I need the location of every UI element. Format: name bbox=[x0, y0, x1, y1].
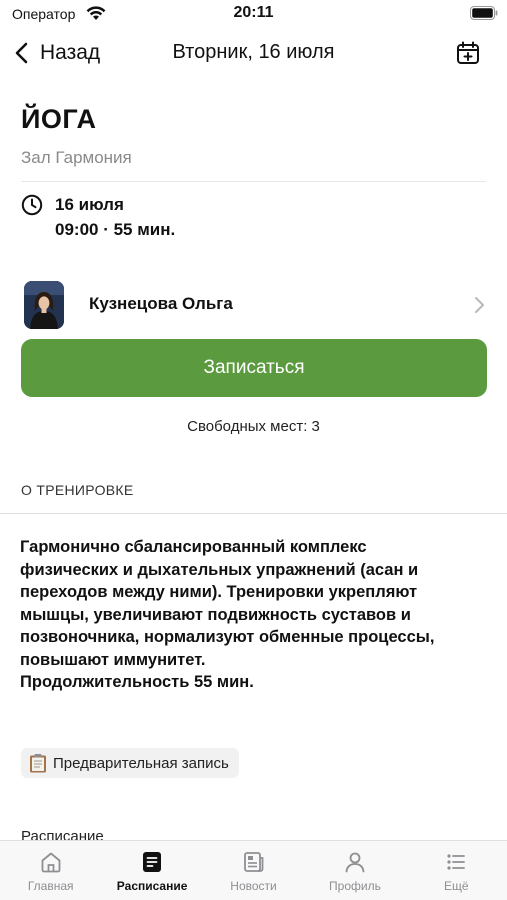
description-line: мышцы, увеличивают подвижность суставов … bbox=[20, 605, 411, 624]
clock-time: 20:11 bbox=[233, 4, 274, 21]
chevron-right-icon bbox=[475, 297, 484, 313]
news-icon bbox=[243, 852, 263, 872]
tab-label: Профиль bbox=[329, 879, 381, 893]
description-line: позвоночника, нормализуют обменные проце… bbox=[20, 628, 435, 646]
description-line: Гармонично сбалансированный комплекс bbox=[20, 538, 367, 556]
tab-more[interactable]: Ещё bbox=[406, 841, 507, 900]
divider bbox=[0, 513, 507, 514]
profile-icon bbox=[345, 852, 365, 873]
tab-label: Расписание bbox=[116, 879, 188, 893]
tab-news[interactable]: Новости bbox=[203, 841, 304, 900]
description-line: физических и дыхательных упражнений (аса… bbox=[20, 560, 419, 579]
trainer-row[interactable]: Кузнецова Ольга bbox=[0, 278, 507, 332]
calendar-add-icon[interactable] bbox=[455, 40, 481, 66]
workout-title: ЙОГА bbox=[21, 104, 97, 134]
description-line: переходов между ними). Тренировки укрепл… bbox=[20, 583, 418, 601]
description-line: повышают иммунитет. bbox=[20, 650, 206, 669]
signup-button[interactable]: Записаться bbox=[21, 339, 487, 397]
tab-bar: Главная Расписание Новости Профиль Ещё bbox=[0, 840, 507, 900]
about-section-header: О ТРЕНИРОВКЕ bbox=[21, 482, 134, 498]
tab-schedule[interactable]: Расписание bbox=[101, 841, 202, 900]
workout-date: 16 июля bbox=[55, 195, 124, 214]
tab-profile[interactable]: Профиль bbox=[304, 841, 405, 900]
clock-icon bbox=[21, 194, 43, 216]
description-line: Продолжительность 55 мин. bbox=[20, 673, 254, 691]
avatar bbox=[24, 281, 64, 329]
workout-description: Гармонично сбалансированный комплекс физ… bbox=[20, 536, 490, 694]
tag-label: Предварительная запись bbox=[53, 754, 229, 772]
workout-time: 09:00 · 55 мин. bbox=[55, 220, 176, 239]
tab-label: Новости bbox=[230, 879, 277, 893]
battery-icon bbox=[470, 6, 498, 20]
more-icon bbox=[447, 854, 466, 870]
home-icon bbox=[41, 852, 61, 873]
schedule-icon bbox=[143, 852, 162, 872]
pre-registration-tag: Предварительная запись bbox=[21, 748, 239, 778]
clipboard-icon bbox=[30, 754, 46, 773]
trainer-name: Кузнецова Ольга bbox=[89, 294, 233, 313]
tab-home[interactable]: Главная bbox=[0, 841, 101, 900]
tab-label: Главная bbox=[27, 879, 74, 893]
tab-label: Ещё bbox=[444, 879, 469, 893]
status-bar: Оператор 20:11 bbox=[0, 0, 507, 30]
divider bbox=[21, 181, 486, 182]
free-slots-label: Свободных мест: 3 bbox=[187, 418, 320, 435]
workout-hall: Зал Гармония bbox=[21, 148, 132, 167]
navigation-bar: Назад Вторник, 16 июля bbox=[0, 30, 507, 76]
page-title: Вторник, 16 июля bbox=[172, 41, 335, 63]
